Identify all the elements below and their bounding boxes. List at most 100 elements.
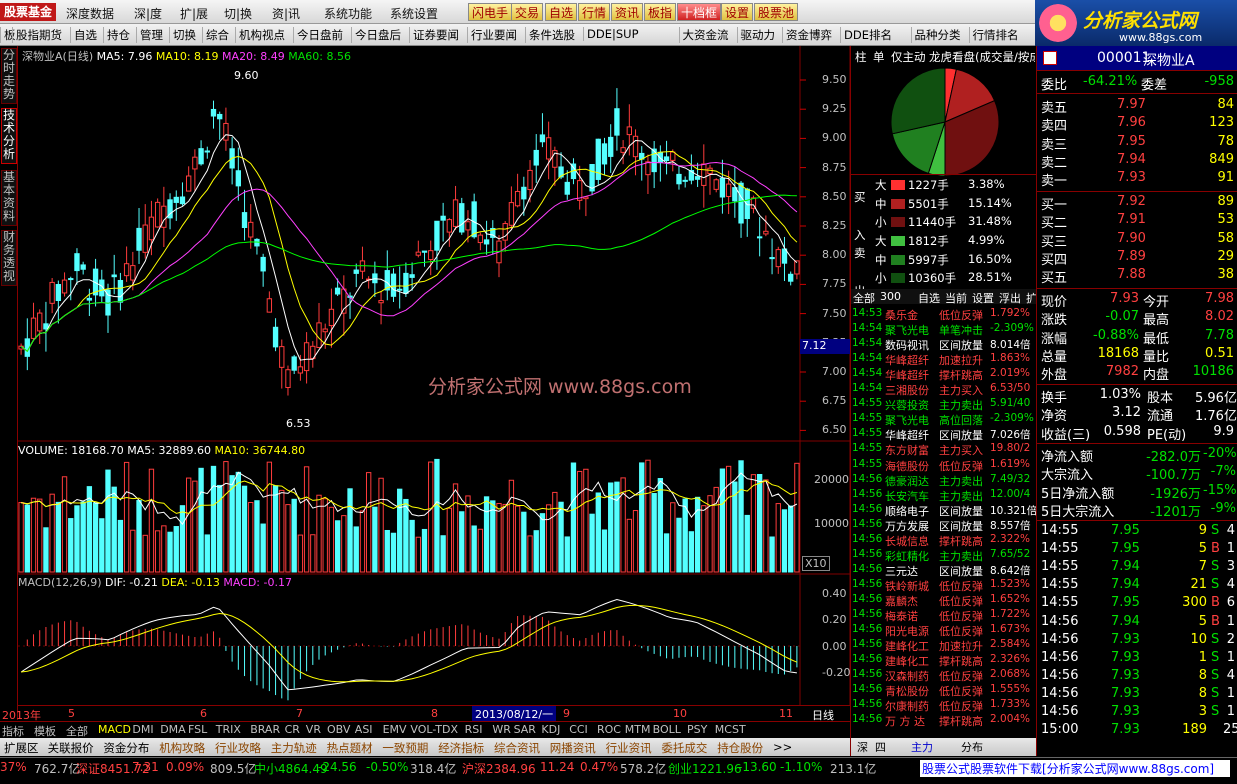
radar-row[interactable]: 14:55 华峰超纤 区间放量 7.026倍 [851,427,1037,442]
indicator-tab-13[interactable]: EMV [383,723,407,736]
filter-0[interactable]: 全部 [853,290,875,306]
indicator-tab-11[interactable]: OBV [327,723,350,736]
toolbar-item-19[interactable]: 行情排名 [968,27,1019,43]
radar-row[interactable]: 14:56 青松股份 低位反弹 1.555% [851,683,1037,698]
quick-button-1[interactable]: 交易 [511,3,544,21]
tab-shen[interactable]: 深 [857,739,868,755]
menu-6[interactable]: 系统设置 [390,5,438,22]
radar-row[interactable]: 14:56 三元达 区间放量 8.642倍 [851,563,1037,578]
mid-tab-1[interactable]: 单 [873,49,885,65]
bids-level-price[interactable]: 7.89 [1117,249,1146,264]
filter-1[interactable]: 300 [880,290,901,303]
ext-nav-4[interactable]: 行业攻略 [215,740,261,756]
indicator-tab-17[interactable]: SAR [514,723,536,736]
quick-button-4[interactable]: 资讯 [611,3,644,21]
toolbar-item-4[interactable]: 管理 [136,27,163,43]
indicator-tab-9[interactable]: CR [285,723,300,736]
indicator-tab-4[interactable]: DMI [132,723,153,736]
ext-nav-8[interactable]: 经济指标 [438,740,484,756]
toolbar-item-17[interactable]: DDE排名 [840,27,892,43]
ext-nav-7[interactable]: 一致预期 [382,740,428,756]
radar-row[interactable]: 14:54 三湘股份 主力买入 6.53/50 [851,382,1037,397]
quick-button-8[interactable]: 股票池 [754,3,799,21]
radar-row[interactable]: 14:56 铁岭新城 低位反弹 1.523% [851,578,1037,593]
radar-row[interactable]: 14:56 长城信息 撑杆跳高 2.322% [851,533,1037,548]
bids-level-price[interactable]: 7.88 [1117,267,1146,282]
mid-tab-2[interactable]: 仅主动 [891,49,926,65]
toolbar-item-3[interactable]: 持仓 [103,27,130,43]
filter-5[interactable]: 浮出 [999,290,1021,306]
ext-nav-9[interactable]: 综合资讯 [494,740,540,756]
indicator-tab-15[interactable]: RSI [465,723,483,736]
indicator-tab-7[interactable]: TRIX [216,723,241,736]
radar-row[interactable]: 14:55 聚飞光电 高位回落 -2.309% [851,412,1037,427]
radar-row[interactable]: 14:56 梅泰诺 低位反弹 1.722% [851,608,1037,623]
radar-row[interactable]: 14:53 桑乐金 低位反弹 1.792% [851,307,1037,322]
left-tab-2[interactable]: 基本资料 [1,170,17,226]
indicator-tab-0[interactable]: 指标 [2,723,24,739]
indicator-tab-16[interactable]: WR [492,723,511,736]
radar-row[interactable]: 14:56 顺络电子 区间放量 10.321倍 [851,503,1037,518]
asks-level-price[interactable]: 7.96 [1117,115,1146,130]
toolbar-item-11[interactable]: 行业要闻 [467,27,517,43]
filter-2[interactable]: 自选 [918,290,940,306]
radar-row[interactable]: 14:54 华峰超纤 加速拉升 1.863% [851,352,1037,367]
radar-row[interactable]: 14:56 阳光电源 低位反弹 1.673% [851,623,1037,638]
asks-level-price[interactable]: 7.93 [1117,170,1146,185]
indicator-tab-5[interactable]: DMA [160,723,186,736]
ext-nav-0[interactable]: 扩展区 [4,740,39,756]
toolbar-item-2[interactable]: 自选 [70,27,97,43]
filter-3[interactable]: 当前 [945,290,967,306]
toolbar-item-14[interactable]: 大资金流 [678,27,729,43]
bids-level-price[interactable]: 7.92 [1117,194,1146,209]
asks-level-price[interactable]: 7.97 [1117,97,1146,112]
radar-row[interactable]: 14:56 万 方 达撑杆跳高 2.004% [851,713,1037,728]
left-tab-1[interactable]: 技术分析 [1,108,17,164]
left-tab-0[interactable]: 分时走势 [1,48,17,104]
toolbar-item-10[interactable]: 证券要闻 [409,27,459,43]
radar-row[interactable]: 14:56 建峰化工 撑杆跳高 2.326% [851,653,1037,668]
filter-4[interactable]: 设置 [972,290,994,306]
indicator-tab-22[interactable]: BOLL [653,723,681,736]
indicator-tab-18[interactable]: KDJ [541,723,560,736]
indicator-tab-20[interactable]: ROC [597,723,621,736]
menu-1[interactable]: 深|度 [134,5,162,22]
indicator-tab-2[interactable]: 全部 [66,723,88,739]
mid-tab-3[interactable]: 龙虎看盘(成交量/按成 [929,49,1035,65]
indicator-tab-23[interactable]: PSY [687,723,707,736]
indicator-tab-6[interactable]: FSL [188,723,207,736]
radar-row[interactable]: 14:56 汉森制药 低位反弹 2.068% [851,668,1037,683]
toolbar-item-7[interactable]: 机构视点 [235,27,285,43]
indicator-tab-10[interactable]: VR [306,723,321,736]
tab-fenbu[interactable]: 分布 [961,739,983,755]
radar-row[interactable]: 14:54 聚飞光电 单笔冲击 -2.309% [851,322,1037,337]
toolbar-item-18[interactable]: 品种分类 [910,27,961,43]
radar-row[interactable]: 14:56 尔康制药 低位反弹 1.733% [851,698,1037,713]
radar-row[interactable]: 14:56 彩虹精化 主力卖出 7.65/52 [851,548,1037,563]
indicator-tab-12[interactable]: ASI [355,723,373,736]
toolbar-item-5[interactable]: 切换 [169,27,196,43]
menu-5[interactable]: 系统功能 [324,5,372,22]
menu-0[interactable]: 深度数据 [66,5,114,22]
radar-row[interactable]: 14:56 长安汽车 主力卖出 12.00/4 [851,488,1037,503]
ext-nav-10[interactable]: 网播资讯 [550,740,596,756]
ext-nav-2[interactable]: 资金分布 [103,740,149,756]
quick-button-7[interactable]: 设置 [721,3,754,21]
radar-row[interactable]: 14:55 兴蓉投资 主力卖出 5.91/40 [851,397,1037,412]
menu-4[interactable]: 资|讯 [272,5,300,22]
ext-nav-5[interactable]: 主力轨迹 [271,740,317,756]
indicator-tab-21[interactable]: MTM [625,723,651,736]
indicator-tab-14[interactable]: VOL-TDX [410,723,458,736]
quick-button-3[interactable]: 行情 [578,3,611,21]
toolbar-item-1[interactable]: 股指期货 [12,27,62,43]
radar-row[interactable]: 14:55 东方财富 主力买入 19.80/2 [851,442,1037,457]
indicator-tab-24[interactable]: MCST [715,723,746,736]
bids-level-price[interactable]: 7.90 [1117,231,1146,246]
quick-button-6[interactable]: 十档框 [677,3,722,21]
bids-level-price[interactable]: 7.91 [1117,212,1146,227]
ext-nav-11[interactable]: 行业资讯 [606,740,652,756]
left-tab-3[interactable]: 财务透视 [1,230,17,286]
quick-button-0[interactable]: 闪电手 [468,3,513,21]
radar-row[interactable]: 14:54 华峰超纤 撑杆跳高 2.019% [851,367,1037,382]
asks-level-price[interactable]: 7.94 [1117,152,1146,167]
